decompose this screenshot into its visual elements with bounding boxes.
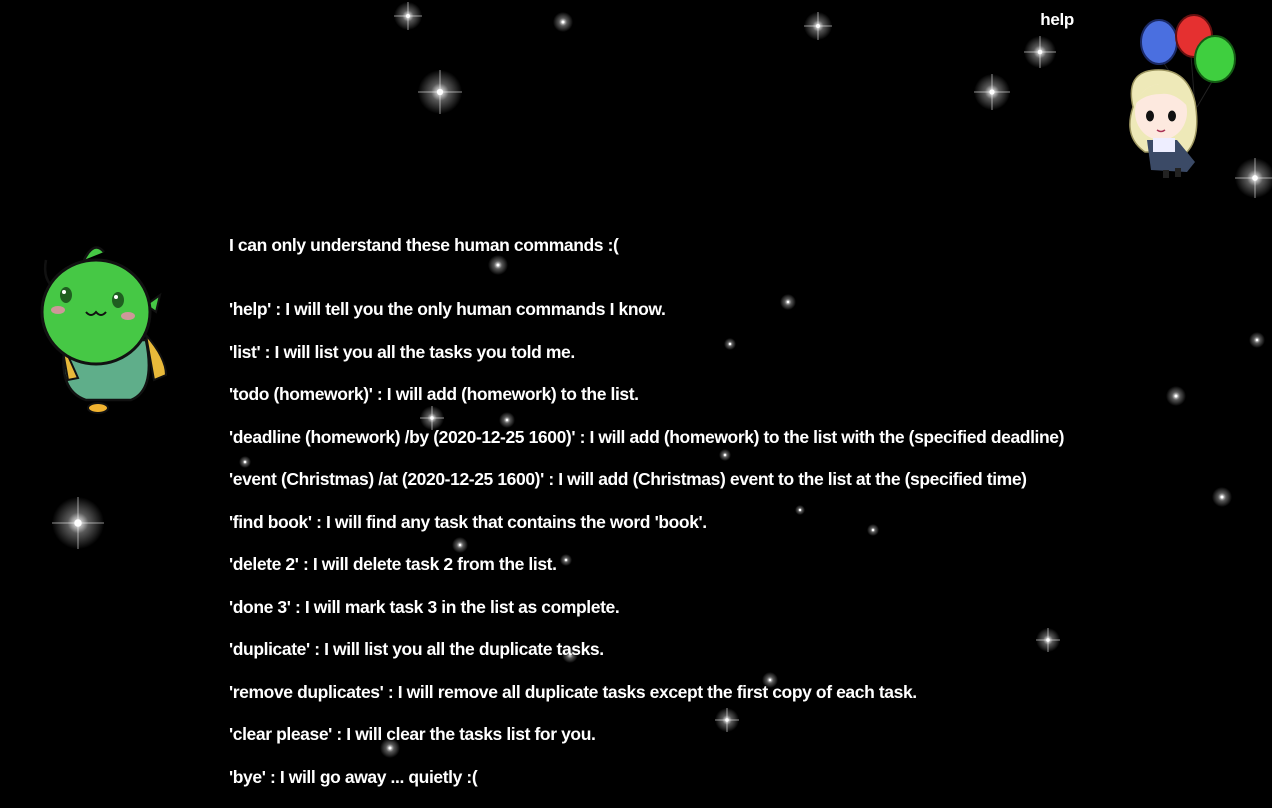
star [394,2,422,30]
command-bye: 'bye' : I will go away ... quietly :( [229,766,1064,808]
bot-message-intro: I can only understand these human comman… [229,234,1064,298]
star [804,12,832,40]
command-deadline: 'deadline (homework) /by (2020-12-25 160… [229,426,1064,469]
command-event: 'event (Christmas) /at (2020-12-25 1600)… [229,468,1064,511]
user-message: help [1040,10,1074,30]
bot-message: I can only understand these human comman… [229,234,1064,808]
star [974,74,1010,110]
command-todo: 'todo (homework)' : I will add (homework… [229,383,1064,426]
star [1212,487,1232,507]
star [1166,386,1186,406]
command-find: 'find book' : I will find any task that … [229,511,1064,554]
star [1249,332,1265,348]
star [553,12,573,32]
command-done: 'done 3' : I will mark task 3 in the lis… [229,596,1064,639]
star [52,497,104,549]
command-help: 'help' : I will tell you the only human … [229,298,1064,341]
user-avatar-icon [1105,12,1245,182]
command-list: 'list' : I will list you all the tasks y… [229,341,1064,384]
command-delete: 'delete 2' : I will delete task 2 from t… [229,553,1064,596]
command-clear: 'clear please' : I will clear the tasks … [229,723,1064,766]
command-remove-duplicates: 'remove duplicates' : I will remove all … [229,681,1064,724]
star [418,70,462,114]
user-message-text: help [1040,10,1074,29]
bot-avatar-icon [36,240,176,415]
command-duplicate: 'duplicate' : I will list you all the du… [229,638,1064,681]
star [1024,36,1056,68]
